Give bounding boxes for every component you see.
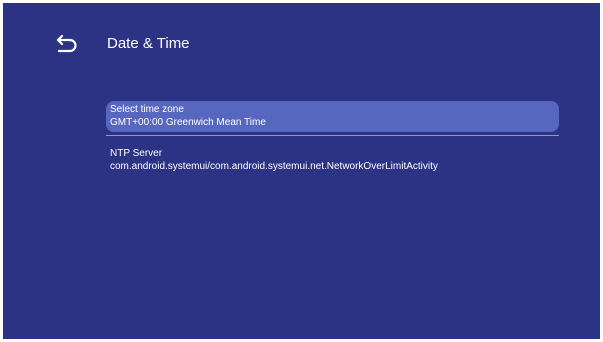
setting-label: Select time zone [110,104,184,115]
back-arrow-icon [56,34,77,53]
setting-value: GMT+00:00 Greenwich Mean Time [110,117,266,128]
setting-label: NTP Server [110,148,163,159]
back-button[interactable] [53,31,81,57]
page-title: Date & Time [107,35,190,52]
setting-select-time-zone[interactable]: Select time zone GMT+00:00 Greenwich Mea… [106,101,559,132]
setting-ntp-server[interactable]: NTP Server com.android.systemui/com.andr… [106,145,559,178]
setting-value: com.android.systemui/com.android.systemu… [110,161,438,172]
date-time-screen: Date & Time Select time zone GMT+00:00 G… [3,3,600,339]
divider [106,135,559,136]
